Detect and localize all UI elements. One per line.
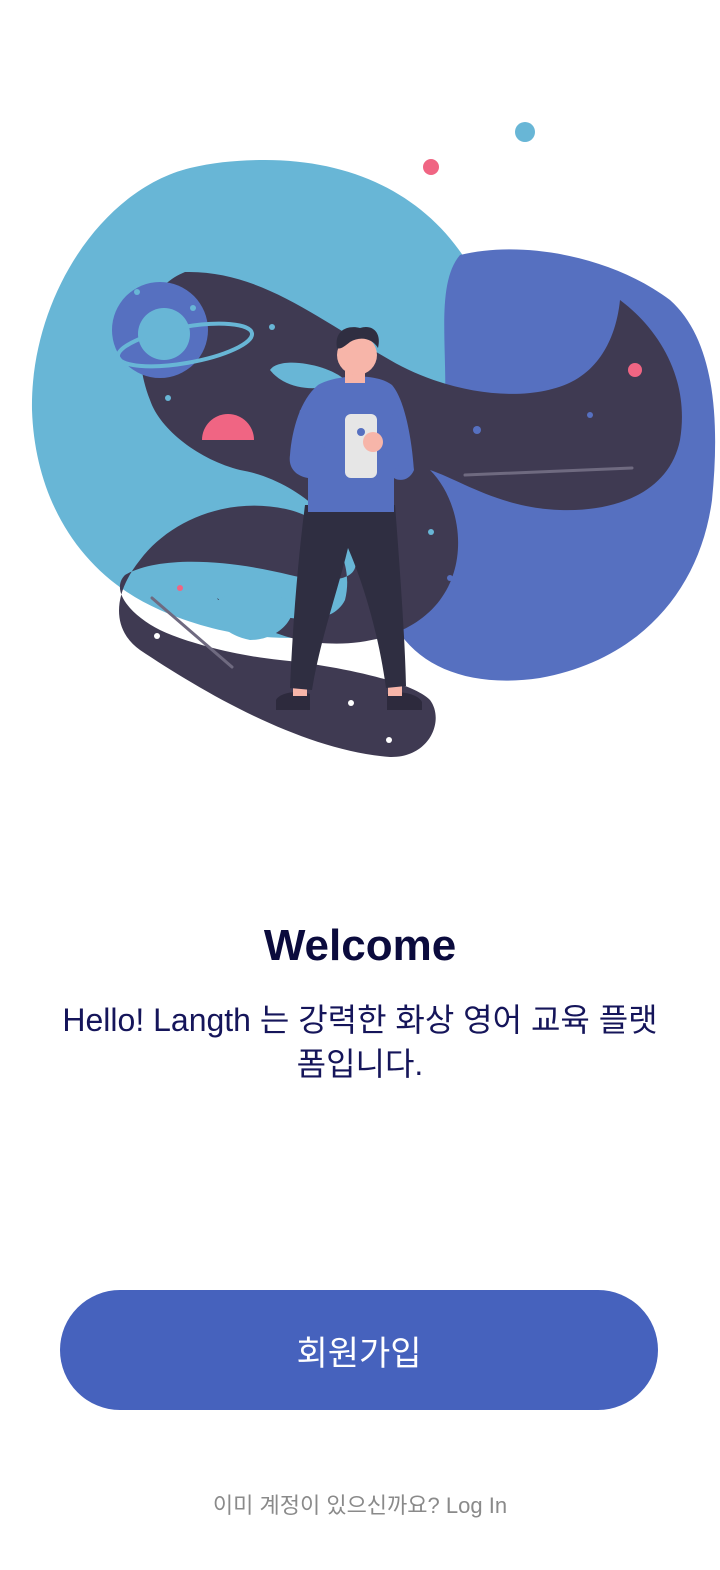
signup-button-label: 회원가입 — [296, 1334, 422, 1373]
star — [386, 737, 392, 743]
welcome-title: Welcome — [263, 921, 457, 970]
signup-button[interactable]: 회원가입 — [60, 1290, 658, 1410]
star — [587, 412, 593, 418]
login-prompt-text: 이미 계정이 있으신까요? — [212, 1493, 440, 1518]
star — [348, 700, 354, 706]
star — [473, 426, 481, 434]
star — [165, 395, 171, 401]
planet-crater — [138, 308, 190, 360]
login-prompt-row: 이미 계정이 있으신까요? Log In — [0, 1490, 720, 1522]
star — [428, 529, 434, 535]
star — [134, 289, 140, 295]
welcome-subtitle: Hello! Langth 는 강력한 화상 영어 교육 플랫폼입니다. — [62, 1002, 658, 1082]
floating-dot-pink — [423, 159, 439, 175]
login-link[interactable]: Log In — [446, 1493, 507, 1518]
star — [628, 363, 642, 377]
star — [269, 324, 275, 330]
hero-illustration — [0, 0, 720, 800]
star — [154, 633, 160, 639]
space-person-illustration — [31, 122, 716, 758]
star — [447, 575, 453, 581]
star — [177, 585, 183, 591]
star — [190, 305, 196, 311]
star — [282, 585, 288, 591]
floating-dot-blue — [515, 122, 535, 142]
